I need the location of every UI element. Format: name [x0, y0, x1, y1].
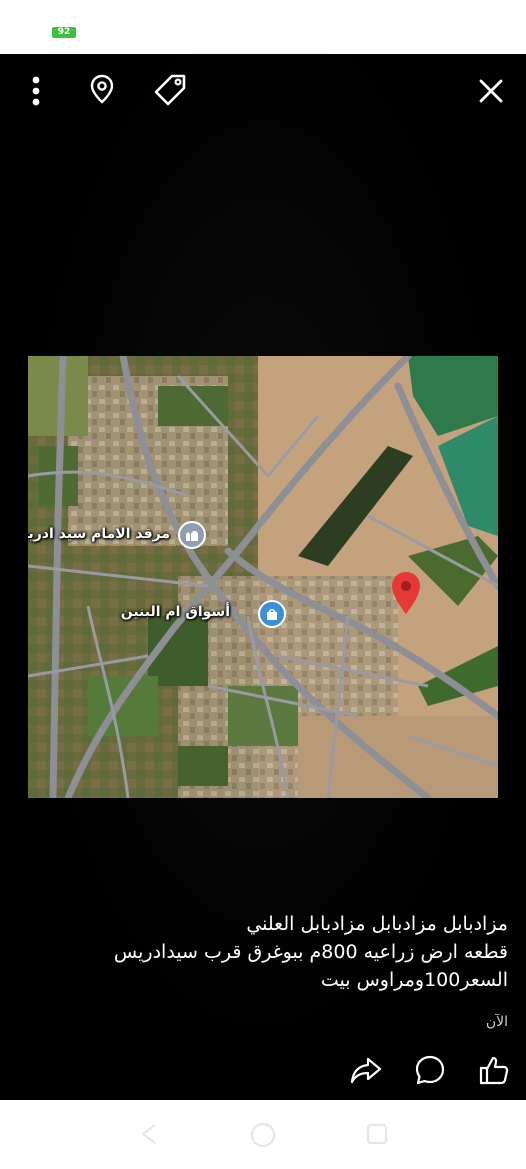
post-caption: مزادبابل مزادبابل مزادبابل العلني قطعه ا… [38, 910, 508, 994]
caption-line: مزادبابل مزادبابل مزادبابل العلني [246, 913, 508, 935]
share-icon[interactable] [346, 1050, 386, 1090]
more-vertical-icon[interactable] [22, 74, 50, 108]
close-icon[interactable] [474, 74, 508, 108]
back-icon[interactable] [136, 1120, 162, 1148]
status-bar: 92 [0, 0, 526, 54]
map-label-market: أسواق ام البنين [120, 604, 230, 620]
map-label-imam-shrine: مرقد الامام سيد ادريس [28, 526, 170, 542]
post-timestamp: الآن [485, 1014, 508, 1030]
comment-icon[interactable] [410, 1050, 450, 1090]
battery-indicator: 92 [52, 27, 76, 38]
satellite-map-image[interactable]: مرقد الامام سيد ادريس أسواق ام البنين [28, 356, 498, 798]
tag-icon[interactable] [150, 70, 190, 110]
location-pin-icon[interactable] [86, 72, 118, 106]
mosque-icon [178, 521, 206, 549]
map-marker-icon [390, 570, 422, 616]
home-icon[interactable] [248, 1120, 278, 1150]
system-nav-bar [0, 1100, 526, 1169]
caption-line: قطعه ارض زراعيه 800م ببوغرق قرب سيدادريس [113, 941, 508, 963]
shopping-bag-icon [258, 600, 286, 628]
thumbs-up-icon[interactable] [474, 1050, 514, 1090]
caption-line: السعر100ومراوس بيت [320, 969, 508, 991]
recents-icon[interactable] [364, 1120, 390, 1148]
